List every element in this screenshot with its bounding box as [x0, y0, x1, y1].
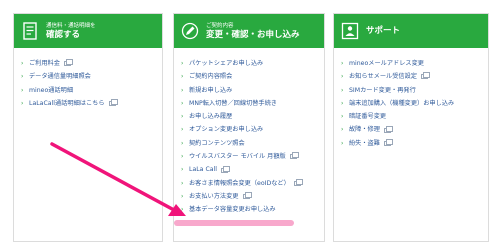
annotation-arrow: [50, 142, 186, 216]
